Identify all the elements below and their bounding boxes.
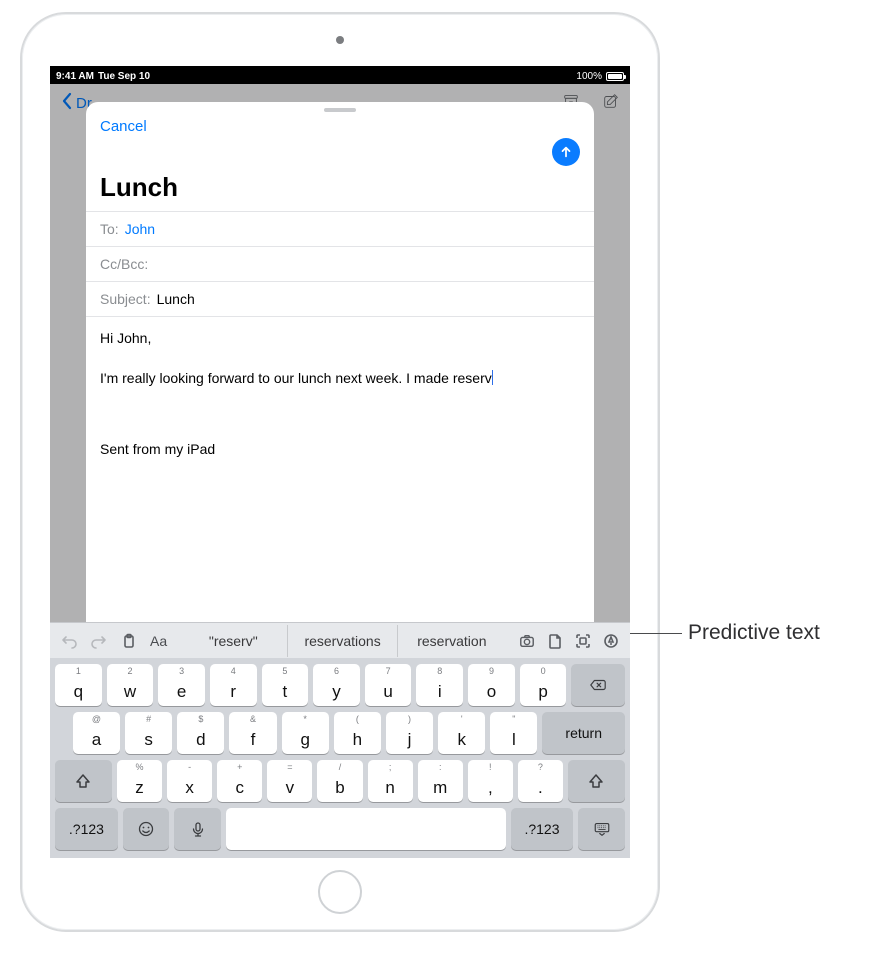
key-p[interactable]: 0p xyxy=(520,664,567,706)
delete-key[interactable] xyxy=(571,664,625,706)
key-k[interactable]: 'k xyxy=(438,712,485,754)
key-d[interactable]: $d xyxy=(177,712,224,754)
key-,[interactable]: !, xyxy=(468,760,513,802)
battery-icon xyxy=(606,72,624,81)
key-a[interactable]: @a xyxy=(73,712,120,754)
key-w[interactable]: 2w xyxy=(107,664,154,706)
key-y[interactable]: 6y xyxy=(313,664,360,706)
key-h[interactable]: (h xyxy=(334,712,381,754)
key-q[interactable]: 1q xyxy=(55,664,102,706)
subject-label: Subject: xyxy=(100,291,151,307)
compose-title: Lunch xyxy=(86,166,594,211)
body-line1: Hi John, xyxy=(100,327,580,349)
status-time: 9:41 AM xyxy=(56,71,94,82)
redo-icon[interactable] xyxy=(86,627,112,655)
keyboard-toolbar: Aa "reserv" reservations reservation xyxy=(50,622,630,658)
key-u[interactable]: 7u xyxy=(365,664,412,706)
undo-icon[interactable] xyxy=(56,627,82,655)
body-line2: I'm really looking forward to our lunch … xyxy=(100,370,492,386)
shift-key-right[interactable] xyxy=(568,760,625,802)
key-n[interactable]: ;n xyxy=(368,760,413,802)
shift-key-left[interactable] xyxy=(55,760,112,802)
key-l[interactable]: "l xyxy=(490,712,537,754)
clipboard-icon[interactable] xyxy=(116,627,142,655)
prediction-1[interactable]: "reserv" xyxy=(179,625,287,657)
key-m[interactable]: :m xyxy=(418,760,463,802)
key-t[interactable]: 5t xyxy=(262,664,309,706)
hide-keyboard-key[interactable] xyxy=(578,808,625,850)
space-key[interactable] xyxy=(226,808,505,850)
scan-icon[interactable] xyxy=(570,627,596,655)
home-button[interactable] xyxy=(318,870,362,914)
keyboard: Aa "reserv" reservations reservation xyxy=(50,622,630,858)
key-c[interactable]: +c xyxy=(217,760,262,802)
key-z[interactable]: %z xyxy=(117,760,162,802)
battery-percent: 100% xyxy=(576,71,602,82)
camera-icon[interactable] xyxy=(514,627,540,655)
status-date: Tue Sep 10 xyxy=(98,71,150,82)
text-cursor xyxy=(492,370,494,385)
key-o[interactable]: 9o xyxy=(468,664,515,706)
key-i[interactable]: 8i xyxy=(416,664,463,706)
callout-label: Predictive text xyxy=(688,621,820,645)
signature: Sent from my iPad xyxy=(100,438,580,460)
key-x[interactable]: -x xyxy=(167,760,212,802)
send-button[interactable] xyxy=(552,138,580,166)
numbers-key-right[interactable]: .?123 xyxy=(511,808,574,850)
ccbcc-label[interactable]: Cc/Bcc: xyxy=(100,256,148,272)
prediction-2[interactable]: reservations xyxy=(287,625,396,657)
status-bar: 9:41 AM Tue Sep 10 100% xyxy=(50,66,630,84)
key-s[interactable]: #s xyxy=(125,712,172,754)
dictation-key[interactable] xyxy=(174,808,221,850)
key-f[interactable]: &f xyxy=(229,712,276,754)
key-v[interactable]: =v xyxy=(267,760,312,802)
cancel-button[interactable]: Cancel xyxy=(100,116,147,135)
key-g[interactable]: *g xyxy=(282,712,329,754)
predictive-bar: "reserv" reservations reservation xyxy=(179,625,506,657)
key-r[interactable]: 4r xyxy=(210,664,257,706)
font-button[interactable]: Aa xyxy=(146,633,171,649)
key-e[interactable]: 3e xyxy=(158,664,205,706)
prediction-3[interactable]: reservation xyxy=(397,625,506,657)
front-camera xyxy=(336,36,344,44)
key-j[interactable]: )j xyxy=(386,712,433,754)
emoji-key[interactable] xyxy=(123,808,170,850)
to-value[interactable]: John xyxy=(125,221,155,237)
subject-value[interactable]: Lunch xyxy=(157,291,195,307)
key-b[interactable]: /b xyxy=(317,760,362,802)
to-label: To: xyxy=(100,221,119,237)
numbers-key-left[interactable]: .?123 xyxy=(55,808,118,850)
document-icon[interactable] xyxy=(542,627,568,655)
ipad-device-frame: 9:41 AM Tue Sep 10 100% xyxy=(20,12,660,932)
key-.[interactable]: ?. xyxy=(518,760,563,802)
markup-icon[interactable] xyxy=(598,627,624,655)
screen: 9:41 AM Tue Sep 10 100% xyxy=(50,66,630,858)
return-key[interactable]: return xyxy=(542,712,625,754)
